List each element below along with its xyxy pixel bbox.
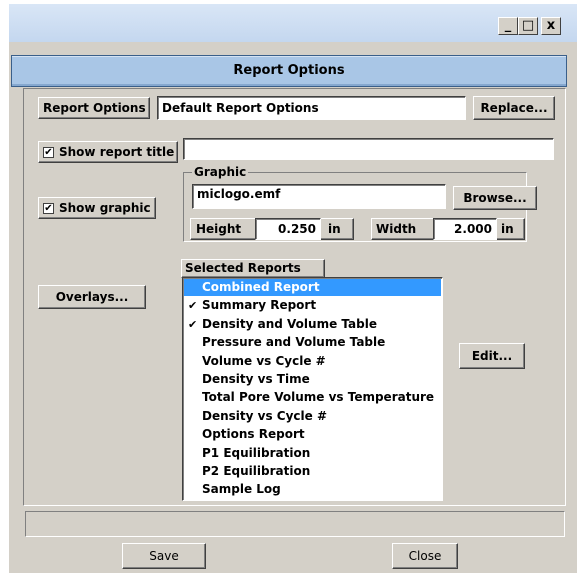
show-graphic-checkbox[interactable]: ✔ Show graphic	[38, 197, 156, 219]
close-dialog-button[interactable]: Close	[392, 543, 458, 569]
list-item[interactable]: ✔ Summary Report	[184, 297, 441, 314]
list-item[interactable]: Options Report	[184, 426, 441, 443]
list-item[interactable]: Volume vs Cycle #	[184, 353, 441, 370]
selected-reports-label: Selected Reports	[181, 259, 325, 278]
report-options-field[interactable]: Default Report Options	[157, 96, 466, 120]
list-item[interactable]: Sample Log	[184, 481, 441, 498]
close-button[interactable]: x	[541, 17, 561, 35]
page-title: Report Options	[233, 63, 345, 78]
width-unit: in	[501, 222, 514, 236]
list-item-label: Density vs Cycle #	[202, 408, 328, 423]
report-options-label: Report Options	[38, 97, 150, 119]
list-item-label: Volume vs Cycle #	[202, 353, 326, 368]
check-mark-icon: ✔	[188, 299, 198, 313]
list-item-label: Density vs Time	[202, 372, 310, 386]
list-item-label: Total Pore Volume vs Temperature	[202, 390, 435, 405]
list-item-label: Options Report	[202, 427, 305, 442]
list-item[interactable]: P1 Equilibration	[184, 445, 441, 462]
show-graphic-label: Show graphic	[59, 201, 151, 215]
list-item-label: Pressure and Volume Table	[202, 335, 386, 350]
height-label: Height	[196, 222, 242, 236]
list-item[interactable]: P2 Equilibration	[184, 463, 441, 480]
width-field[interactable]: 2.000	[433, 218, 497, 240]
overlays-button[interactable]: Overlays...	[38, 285, 146, 309]
list-item[interactable]: Density vs Cycle #	[184, 408, 441, 425]
checkbox-check-icon: ✔	[43, 147, 54, 158]
list-item-label: P2 Equilibration	[202, 464, 311, 478]
list-item-label: Density and Volume Table	[202, 316, 377, 331]
graphic-file-field[interactable]: miclogo.emf	[192, 184, 446, 209]
checkbox-check-icon: ✔	[43, 203, 54, 214]
window-title-bar: _ □ x	[9, 4, 577, 42]
list-item[interactable]: Density vs Time	[184, 371, 441, 388]
list-item-label: Combined Report	[202, 280, 320, 294]
list-item-label: Sample Log	[202, 482, 281, 497]
replace-button[interactable]: Replace...	[473, 96, 555, 120]
dialog-header: Report Options	[11, 55, 567, 87]
graphic-group-label: Graphic	[192, 165, 249, 179]
height-field[interactable]: 0.250	[255, 218, 321, 240]
list-item[interactable]: Pressure and Volume Table	[184, 334, 441, 351]
list-item-label: P1 Equilibration	[202, 445, 311, 460]
width-label: Width	[376, 222, 417, 236]
maximize-button[interactable]: □	[518, 17, 538, 35]
status-bar	[25, 511, 565, 537]
selected-reports-list[interactable]: Combined Report ✔ Summary Report ✔ Density a…	[182, 277, 443, 501]
edit-button[interactable]: Edit...	[459, 343, 525, 369]
show-report-title-checkbox[interactable]: ✔ Show report title	[38, 141, 178, 163]
browse-button[interactable]: Browse...	[453, 186, 537, 210]
list-item[interactable]: Total Pore Volume vs Temperature	[184, 389, 441, 406]
minimize-button[interactable]: _	[498, 17, 518, 35]
list-item-label: Summary Report	[202, 298, 317, 313]
report-title-field[interactable]	[183, 138, 554, 160]
show-report-title-label: Show report title	[59, 145, 175, 159]
check-mark-icon: ✔	[188, 317, 198, 331]
save-button[interactable]: Save	[122, 543, 206, 569]
height-unit: in	[328, 222, 341, 236]
list-item[interactable]: ✔ Density and Volume Table	[184, 316, 441, 333]
list-item[interactable]: Combined Report	[184, 279, 441, 296]
